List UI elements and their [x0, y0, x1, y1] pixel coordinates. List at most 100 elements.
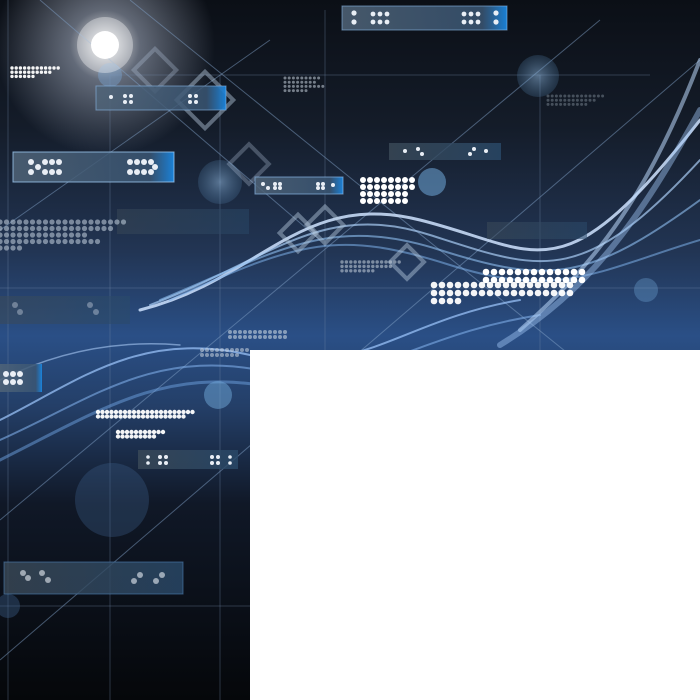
matrix-dot [158, 409, 164, 415]
matrix-dot [371, 264, 375, 269]
matrix-dot [304, 89, 308, 93]
matrix-dot [36, 225, 42, 232]
matrix-dot [142, 429, 148, 435]
matrix-dot [18, 66, 23, 70]
matrix-dot [563, 102, 567, 106]
matrix-dot [18, 70, 23, 74]
matrix-dot [362, 264, 366, 269]
matrix-dot [154, 409, 159, 415]
matrix-dot [542, 281, 550, 289]
matrix-dot [122, 414, 128, 419]
matrix-dot [575, 98, 579, 102]
matrix-dot [62, 232, 68, 238]
matrix-dot [304, 80, 308, 84]
matrix-dot [39, 66, 44, 70]
matrix-dot [567, 94, 571, 98]
matrix-dot [514, 268, 522, 276]
matrix-dot [360, 177, 366, 183]
matrix-dot [300, 89, 304, 93]
matrix-dot [88, 225, 94, 232]
matrix-dot [366, 269, 371, 273]
matrix-dot [388, 198, 394, 204]
matrix-dot [210, 353, 214, 357]
matrix-dot [402, 177, 408, 183]
matrix-dot [120, 434, 125, 439]
matrix-dot [39, 70, 44, 74]
matrix-dot [49, 232, 55, 238]
matrix-dot [31, 70, 35, 74]
matrix-dot [253, 335, 257, 339]
matrix-dot [446, 289, 454, 297]
matrix-dot [81, 238, 88, 245]
matrix-dot [42, 232, 49, 238]
matrix-dot [554, 98, 558, 102]
matrix-dot [522, 268, 530, 276]
matrix-dot [526, 289, 534, 297]
matrix-dot [243, 330, 247, 334]
matrix-dot [43, 70, 48, 74]
matrix-dot [349, 264, 353, 269]
matrix-dot [245, 348, 249, 352]
matrix-dot [36, 232, 42, 238]
matrix-dot [124, 429, 130, 435]
matrix-dot [29, 219, 36, 225]
matrix-dot [115, 429, 121, 435]
matrix-dot [554, 268, 562, 276]
matrix-dot [563, 94, 567, 98]
matrix-dot [312, 84, 316, 88]
matrix-dot [530, 268, 538, 276]
matrix-dot [362, 260, 366, 264]
matrix-dot [163, 414, 168, 419]
matrix-dot [490, 268, 498, 276]
matrix-dot [27, 74, 31, 79]
matrix-dot [62, 219, 68, 225]
matrix-dot [454, 281, 462, 289]
matrix-dot [498, 268, 506, 276]
matrix-dot [430, 281, 438, 289]
matrix-dot [263, 330, 267, 334]
matrix-dot [580, 98, 584, 102]
matrix-dot [601, 94, 605, 98]
matrix-dot [109, 414, 114, 419]
matrix-dot [367, 191, 373, 197]
matrix-dot [145, 409, 150, 415]
matrix-dot [534, 289, 542, 297]
matrix-dot [388, 260, 393, 264]
matrix-dot [167, 414, 173, 419]
matrix-dot [154, 414, 159, 419]
matrix-dot [49, 219, 55, 225]
matrix-dot [56, 66, 60, 70]
matrix-dot [580, 94, 584, 98]
matrix-dot [349, 260, 353, 264]
matrix-dot [75, 232, 81, 238]
matrix-dot [388, 184, 394, 190]
matrix-dot [225, 353, 229, 357]
matrix-dot [571, 94, 575, 98]
matrix-dot [402, 191, 408, 197]
matrix-dot [283, 330, 287, 334]
matrix-dot [10, 74, 14, 79]
matrix-dot [283, 84, 287, 88]
matrix-dot [554, 102, 558, 106]
matrix-dot [340, 269, 344, 273]
matrix-dot [570, 268, 578, 276]
matrix-dot [263, 335, 267, 339]
matrix-dot [367, 184, 373, 190]
matrix-dot [470, 281, 478, 289]
matrix-dot [454, 297, 462, 305]
matrix-dot [588, 98, 592, 102]
matrix-dot [62, 225, 68, 232]
matrix-dot [68, 232, 75, 238]
matrix-dot [138, 429, 143, 435]
matrix-dot [147, 434, 152, 439]
matrix-dot [482, 268, 490, 276]
matrix-dot [562, 268, 570, 276]
matrix-dot [120, 219, 127, 225]
matrix-dot [107, 219, 114, 225]
matrix-dot [371, 260, 375, 264]
matrix-dot [486, 281, 494, 289]
matrix-dot [160, 429, 166, 435]
matrix-dot [367, 198, 373, 204]
matrix-dot [287, 89, 291, 93]
matrix-dot [55, 238, 62, 245]
